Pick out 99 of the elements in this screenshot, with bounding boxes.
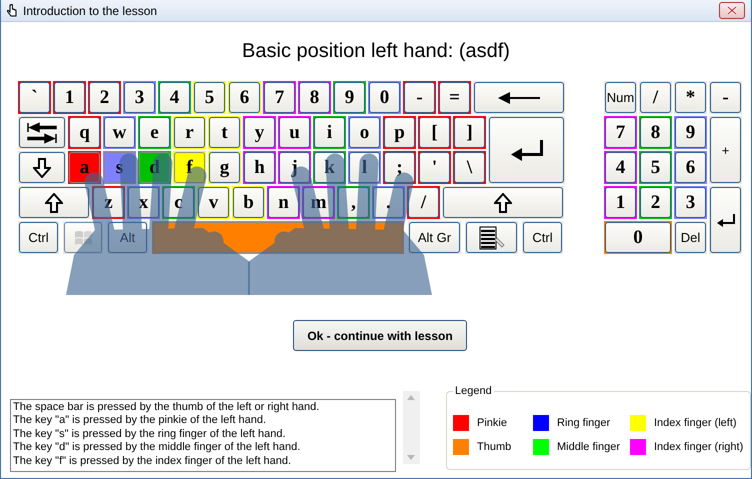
- key[interactable]: ;: [383, 151, 416, 184]
- key[interactable]: 9: [333, 81, 366, 114]
- key[interactable]: =: [438, 81, 471, 114]
- tab-arrows-icon: [26, 122, 58, 144]
- key[interactable]: 7: [263, 81, 296, 114]
- numpad-key[interactable]: 6: [674, 151, 707, 184]
- numpad-key[interactable]: 3: [674, 186, 707, 219]
- numpad-key[interactable]: Del: [674, 221, 707, 254]
- windows-key[interactable]: [63, 221, 103, 254]
- return-arrow-icon: [716, 213, 736, 227]
- key[interactable]: 1: [53, 81, 86, 114]
- alt-gr-key[interactable]: Alt Gr: [408, 221, 461, 254]
- lesson-heading: Basic position left hand: (asdf): [241, 39, 511, 64]
- left-arrow-icon: [497, 90, 541, 104]
- enter-key[interactable]: [488, 116, 565, 184]
- numpad-key[interactable]: 0: [604, 221, 672, 254]
- window-title: Introduction to the lesson: [23, 2, 158, 20]
- key[interactable]: f: [173, 151, 206, 184]
- key[interactable]: 6: [228, 81, 261, 114]
- legend-label: Thumb: [477, 440, 512, 454]
- key[interactable]: e: [138, 116, 171, 149]
- menu-list-icon: [478, 226, 506, 250]
- key[interactable]: 3: [123, 81, 156, 114]
- numpad-key[interactable]: /: [639, 81, 672, 114]
- explanation-line: The key "d" is pressed by the middle finger of the left hand.: [13, 441, 302, 455]
- key[interactable]: i: [313, 116, 346, 149]
- key[interactable]: v: [197, 186, 230, 219]
- explanation-line: The key "f" is pressed by the index finger of the left hand.: [13, 454, 292, 468]
- legend-label: Index finger (right): [654, 440, 744, 454]
- key[interactable]: ]: [453, 116, 486, 149]
- close-button[interactable]: [719, 2, 745, 19]
- key[interactable]: y: [243, 116, 276, 149]
- key[interactable]: m: [302, 186, 335, 219]
- explanation-line: The key "s" is pressed by the ring finger of the left hand.: [13, 428, 287, 442]
- explanation-line: The space bar is pressed by the thumb of the left or right hand.: [13, 401, 320, 414]
- key[interactable]: 0: [368, 81, 401, 114]
- up-arrow-icon: [45, 192, 63, 212]
- numpad-key[interactable]: 7: [604, 116, 637, 149]
- tab-key[interactable]: [18, 116, 66, 149]
- key[interactable]: q: [68, 116, 101, 149]
- legend-label: Ring finger: [557, 416, 610, 431]
- numpad-key[interactable]: 2: [639, 186, 672, 219]
- key[interactable]: w: [103, 116, 136, 149]
- key[interactable]: [: [418, 116, 451, 149]
- key[interactable]: o: [348, 116, 381, 149]
- numpad-key[interactable]: +: [709, 116, 742, 184]
- key[interactable]: c: [162, 186, 195, 219]
- hand-pointer-icon: [7, 4, 17, 17]
- continue-button[interactable]: Ok - continue with lesson: [293, 320, 467, 351]
- key[interactable]: b: [232, 186, 265, 219]
- legend-title: Legend: [453, 384, 494, 398]
- numpad-key[interactable]: *: [674, 81, 707, 114]
- up-arrow-icon: [494, 192, 512, 212]
- key[interactable]: .: [372, 186, 405, 219]
- key[interactable]: 2: [88, 81, 121, 114]
- key[interactable]: /: [407, 186, 440, 219]
- key[interactable]: \: [453, 151, 486, 184]
- numpad-key[interactable]: 9: [674, 116, 707, 149]
- numpad-key[interactable]: -: [709, 81, 742, 114]
- key[interactable]: ': [418, 151, 451, 184]
- key[interactable]: x: [127, 186, 160, 219]
- ctrl-key[interactable]: Ctrl: [522, 221, 563, 254]
- key[interactable]: `: [18, 81, 51, 114]
- key[interactable]: ,: [337, 186, 370, 219]
- shift-key[interactable]: [18, 186, 90, 219]
- menu-key[interactable]: [465, 221, 518, 254]
- close-icon[interactable]: [727, 6, 737, 15]
- caps-lock-key[interactable]: [18, 151, 66, 184]
- ctrl-key[interactable]: Ctrl: [18, 221, 59, 254]
- numpad-key[interactable]: Num: [604, 81, 637, 114]
- numpad-key[interactable]: 5: [639, 151, 672, 184]
- legend-label: Index finger (left): [654, 416, 737, 431]
- shift-key[interactable]: [442, 186, 564, 219]
- key[interactable]: u: [278, 116, 311, 149]
- key[interactable]: 8: [298, 81, 331, 114]
- key[interactable]: a: [68, 151, 101, 184]
- key[interactable]: s: [103, 151, 136, 184]
- legend-label: Middle finger: [557, 440, 620, 454]
- key[interactable]: l: [348, 151, 381, 184]
- explanation-line: The key "a" is pressed by the pinkie of the left hand.: [13, 414, 268, 428]
- key[interactable]: t: [208, 116, 241, 149]
- key[interactable]: 4: [158, 81, 191, 114]
- legend-label: Pinkie: [477, 416, 507, 431]
- key[interactable]: p: [383, 116, 416, 149]
- key[interactable]: r: [173, 116, 206, 149]
- numpad-key[interactable]: 4: [604, 151, 637, 184]
- down-arrow-icon: [33, 158, 51, 178]
- key[interactable]: h: [243, 151, 276, 184]
- return-arrow-icon: [510, 139, 544, 161]
- alt-key[interactable]: Alt: [107, 221, 148, 254]
- numpad-key[interactable]: 8: [639, 116, 672, 149]
- key[interactable]: 5: [193, 81, 226, 114]
- key[interactable]: -: [403, 81, 436, 114]
- numpad-key[interactable]: 1: [604, 186, 637, 219]
- enter-key[interactable]: [709, 186, 742, 254]
- key[interactable]: z: [92, 186, 125, 219]
- backspace-key[interactable]: [473, 81, 565, 114]
- key[interactable]: n: [267, 186, 300, 219]
- key[interactable]: g: [208, 151, 241, 184]
